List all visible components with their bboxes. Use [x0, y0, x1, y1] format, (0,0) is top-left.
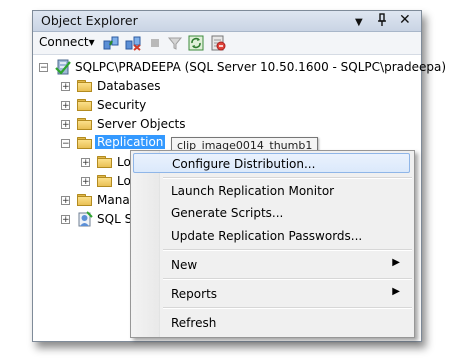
menu-item-generate-scripts[interactable]: Generate Scripts... — [133, 203, 410, 223]
folder-icon — [97, 156, 113, 168]
menu-item-label: Configure Distribution... — [172, 157, 316, 171]
expand-icon[interactable]: + — [61, 215, 70, 225]
connect-object-explorer-icon[interactable] — [103, 35, 119, 51]
submenu-arrow-icon: ▶ — [392, 257, 400, 268]
connect-dropdown-arrow-icon: ▾ — [88, 35, 95, 49]
menu-item-refresh[interactable]: Refresh — [133, 313, 410, 333]
connect-button[interactable]: Connect▾ — [39, 35, 95, 49]
window-position-dropdown-icon[interactable]: ▼ — [355, 15, 363, 31]
menu-separator — [163, 249, 412, 251]
refresh-icon[interactable] — [188, 35, 204, 51]
menu-item-label: Refresh — [171, 316, 217, 330]
context-menu: Configure Distribution... Launch Replica… — [130, 150, 415, 338]
server-activity-icon[interactable] — [210, 35, 226, 51]
tree-node-label: Security — [97, 98, 147, 112]
folder-icon — [77, 80, 93, 92]
expand-icon[interactable]: + — [61, 120, 70, 130]
menu-item-new[interactable]: New ▶ — [133, 255, 410, 275]
connect-label: Connect — [39, 35, 89, 49]
stop-icon[interactable] — [147, 35, 163, 51]
folder-icon — [97, 175, 113, 187]
menu-item-label: Update Replication Passwords... — [171, 229, 363, 243]
menu-item-configure-distribution[interactable]: Configure Distribution... — [133, 153, 410, 173]
title-bar: Object Explorer ▼ ✕ — [33, 11, 421, 32]
collapse-icon[interactable]: − — [61, 139, 70, 149]
menu-item-update-replication-passwords[interactable]: Update Replication Passwords... — [133, 226, 410, 246]
disconnect-icon[interactable] — [125, 35, 141, 51]
tree-node-label: Replication — [95, 135, 166, 149]
collapse-icon[interactable]: − — [39, 63, 48, 73]
folder-icon — [77, 118, 93, 130]
menu-item-label: Launch Replication Monitor — [171, 184, 335, 198]
menu-separator — [163, 177, 412, 179]
folder-icon — [77, 194, 93, 206]
expand-icon[interactable]: + — [61, 101, 70, 111]
menu-item-label: Generate Scripts... — [171, 206, 284, 220]
expand-icon[interactable]: + — [61, 82, 70, 92]
menu-separator — [163, 307, 412, 309]
filter-icon[interactable] — [167, 35, 183, 51]
toolbar: Connect▾ — [33, 32, 421, 55]
menu-item-label: Reports — [171, 287, 218, 301]
expand-icon[interactable]: + — [81, 158, 90, 168]
menu-item-label: New — [171, 258, 198, 272]
tree-node-label: Server Objects — [97, 117, 186, 131]
server-label: SQLPC\PRADEEPA (SQL Server 10.50.1600 - … — [75, 60, 447, 74]
folder-icon — [77, 99, 93, 111]
window-title: Object Explorer — [41, 13, 138, 28]
server-icon — [55, 59, 71, 78]
submenu-arrow-icon: ▶ — [392, 286, 400, 297]
menu-separator — [163, 278, 412, 280]
menu-item-launch-replication-monitor[interactable]: Launch Replication Monitor — [133, 181, 410, 201]
pin-icon[interactable] — [377, 13, 387, 32]
close-icon[interactable]: ✕ — [399, 12, 411, 28]
expand-icon[interactable]: + — [81, 177, 90, 187]
tree-node-label: Databases — [97, 79, 161, 93]
sql-agent-icon — [77, 211, 93, 230]
expand-icon[interactable]: + — [61, 196, 70, 206]
folder-icon — [77, 137, 93, 149]
menu-item-reports[interactable]: Reports ▶ — [133, 284, 410, 304]
